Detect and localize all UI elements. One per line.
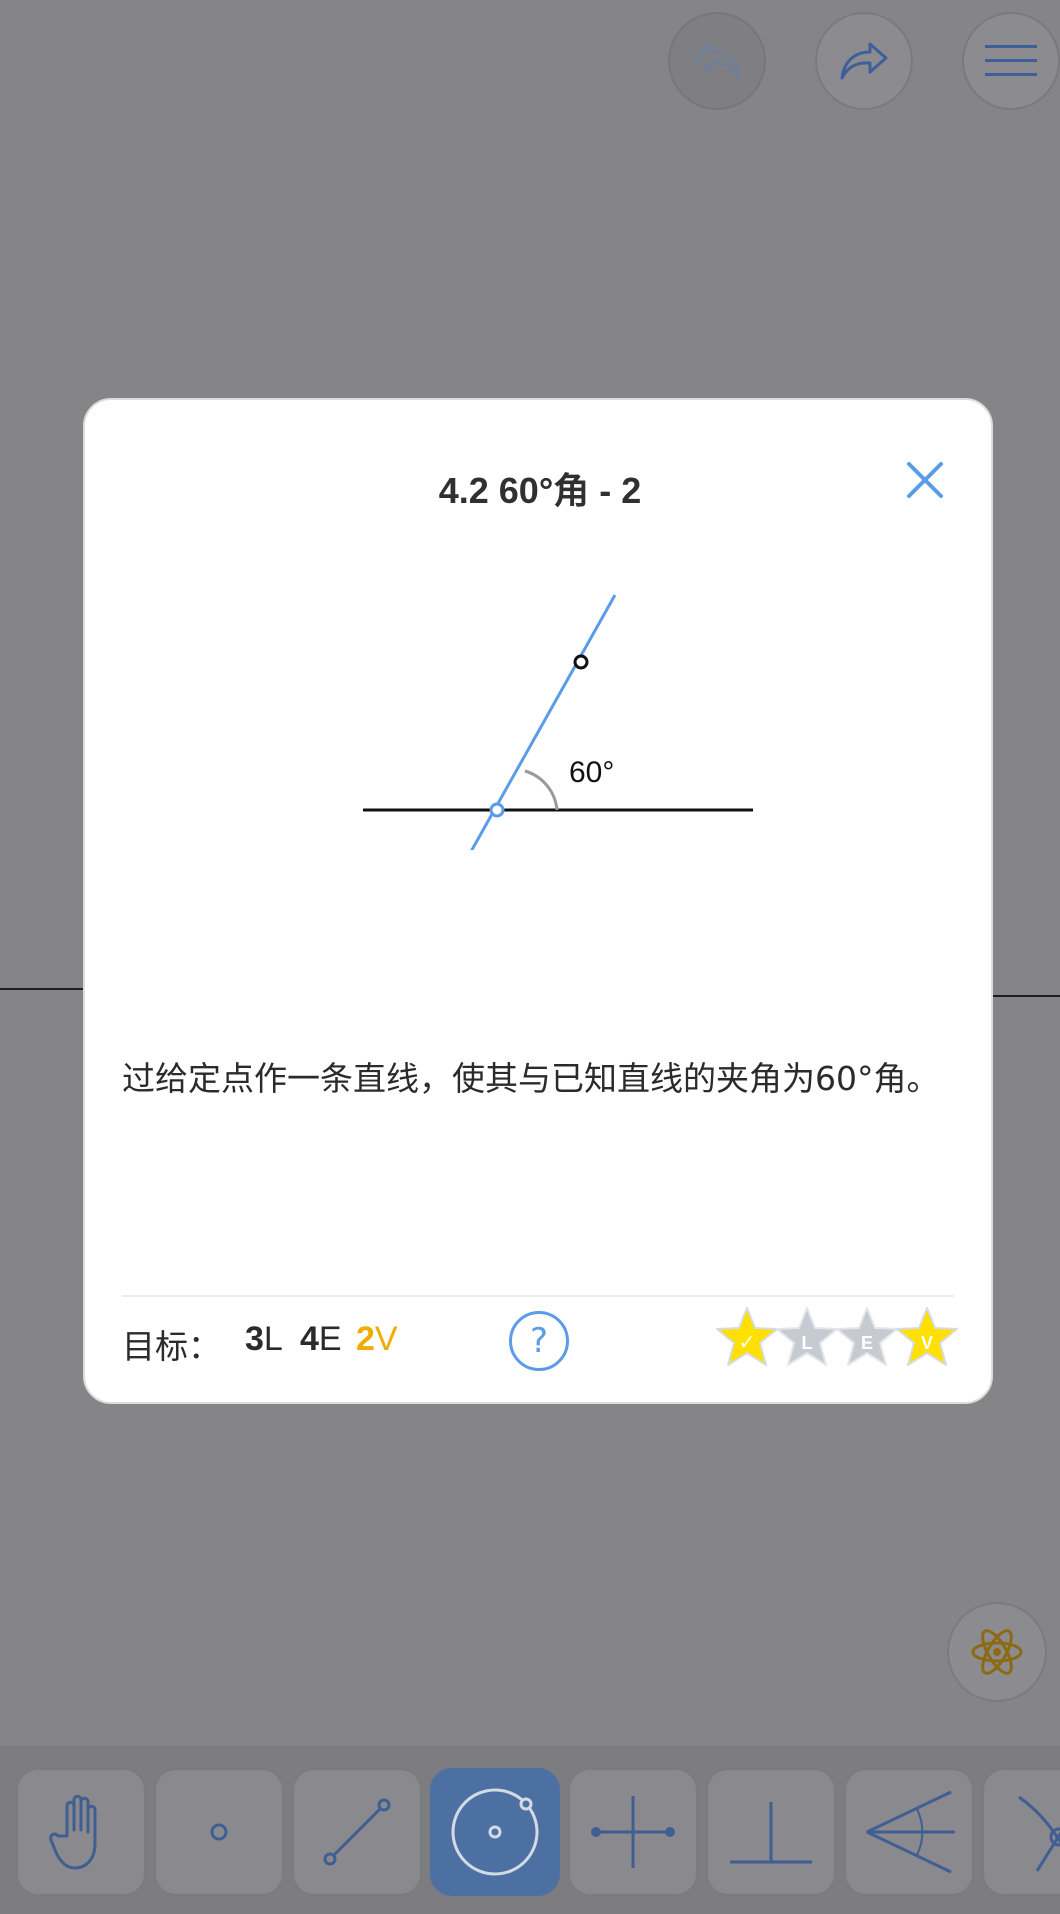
- svg-text:L: L: [802, 1333, 813, 1353]
- perpendicular-icon: [730, 1802, 812, 1864]
- level-description: 过给定点作一条直线，使其与已知直线的夹角为60°角。: [122, 1059, 940, 1098]
- divider: [122, 1295, 954, 1297]
- tool-bar: [0, 1746, 1060, 1914]
- intersect-icon: [1018, 1795, 1060, 1872]
- point-icon: [210, 1823, 228, 1841]
- star-e-icon: E: [836, 1307, 898, 1366]
- given-point: [573, 654, 589, 670]
- close-icon[interactable]: [905, 460, 945, 500]
- tool-intersect[interactable]: [982, 1768, 1060, 1896]
- star-check-icon: ✓: [716, 1307, 778, 1366]
- hand-icon: [49, 1794, 97, 1870]
- redo-icon: [840, 42, 888, 80]
- perpendicular-bisector-icon: [591, 1796, 675, 1868]
- tool-line[interactable]: [292, 1768, 422, 1896]
- menu-button[interactable]: [962, 12, 1060, 110]
- hint-fab-button[interactable]: [947, 1602, 1047, 1702]
- redo-button[interactable]: [815, 12, 913, 110]
- atom-icon: [971, 1629, 1023, 1675]
- angle-bisector-icon: [866, 1790, 955, 1874]
- angle-arc: [524, 769, 559, 811]
- angle-label: 60°: [569, 756, 614, 789]
- tool-angle-bisector[interactable]: [844, 1768, 974, 1896]
- canvas-line-left: [0, 988, 85, 990]
- svg-text:✓: ✓: [739, 1330, 756, 1354]
- tool-point[interactable]: [154, 1768, 284, 1896]
- tool-perpendicular-bisector[interactable]: [568, 1768, 698, 1896]
- line-icon: [323, 1798, 391, 1866]
- undo-icon: [693, 42, 741, 80]
- goal-lines: 3L: [245, 1320, 283, 1358]
- help-button[interactable]: ?: [509, 1311, 569, 1371]
- star-l-icon: L: [776, 1307, 838, 1366]
- circle-icon: [451, 1788, 539, 1876]
- svg-text:E: E: [861, 1333, 873, 1353]
- canvas-line-right: [992, 995, 1060, 997]
- goal-variants: 2V: [356, 1320, 398, 1358]
- goal-elements: 4E: [300, 1320, 342, 1358]
- tool-circle[interactable]: [430, 1768, 560, 1896]
- svg-text:V: V: [921, 1333, 933, 1353]
- tool-perpendicular[interactable]: [706, 1768, 836, 1896]
- goal-label: 目标：: [122, 1327, 221, 1366]
- hamburger-menu-icon: [985, 45, 1037, 76]
- tool-move[interactable]: [16, 1768, 146, 1896]
- help-icon: ?: [529, 1321, 549, 1361]
- solution-line: [470, 594, 617, 850]
- star-v-icon: V: [896, 1307, 958, 1366]
- level-diagram: 60°: [363, 594, 753, 850]
- intersection-point: [489, 802, 505, 818]
- undo-button[interactable]: [668, 12, 766, 110]
- level-dialog: 4.2 60°角 - 2 60° 过给定点作一条直线，使其与已知直线的夹角为60…: [83, 398, 993, 1404]
- dialog-title: 4.2 60°角 - 2: [438, 470, 642, 511]
